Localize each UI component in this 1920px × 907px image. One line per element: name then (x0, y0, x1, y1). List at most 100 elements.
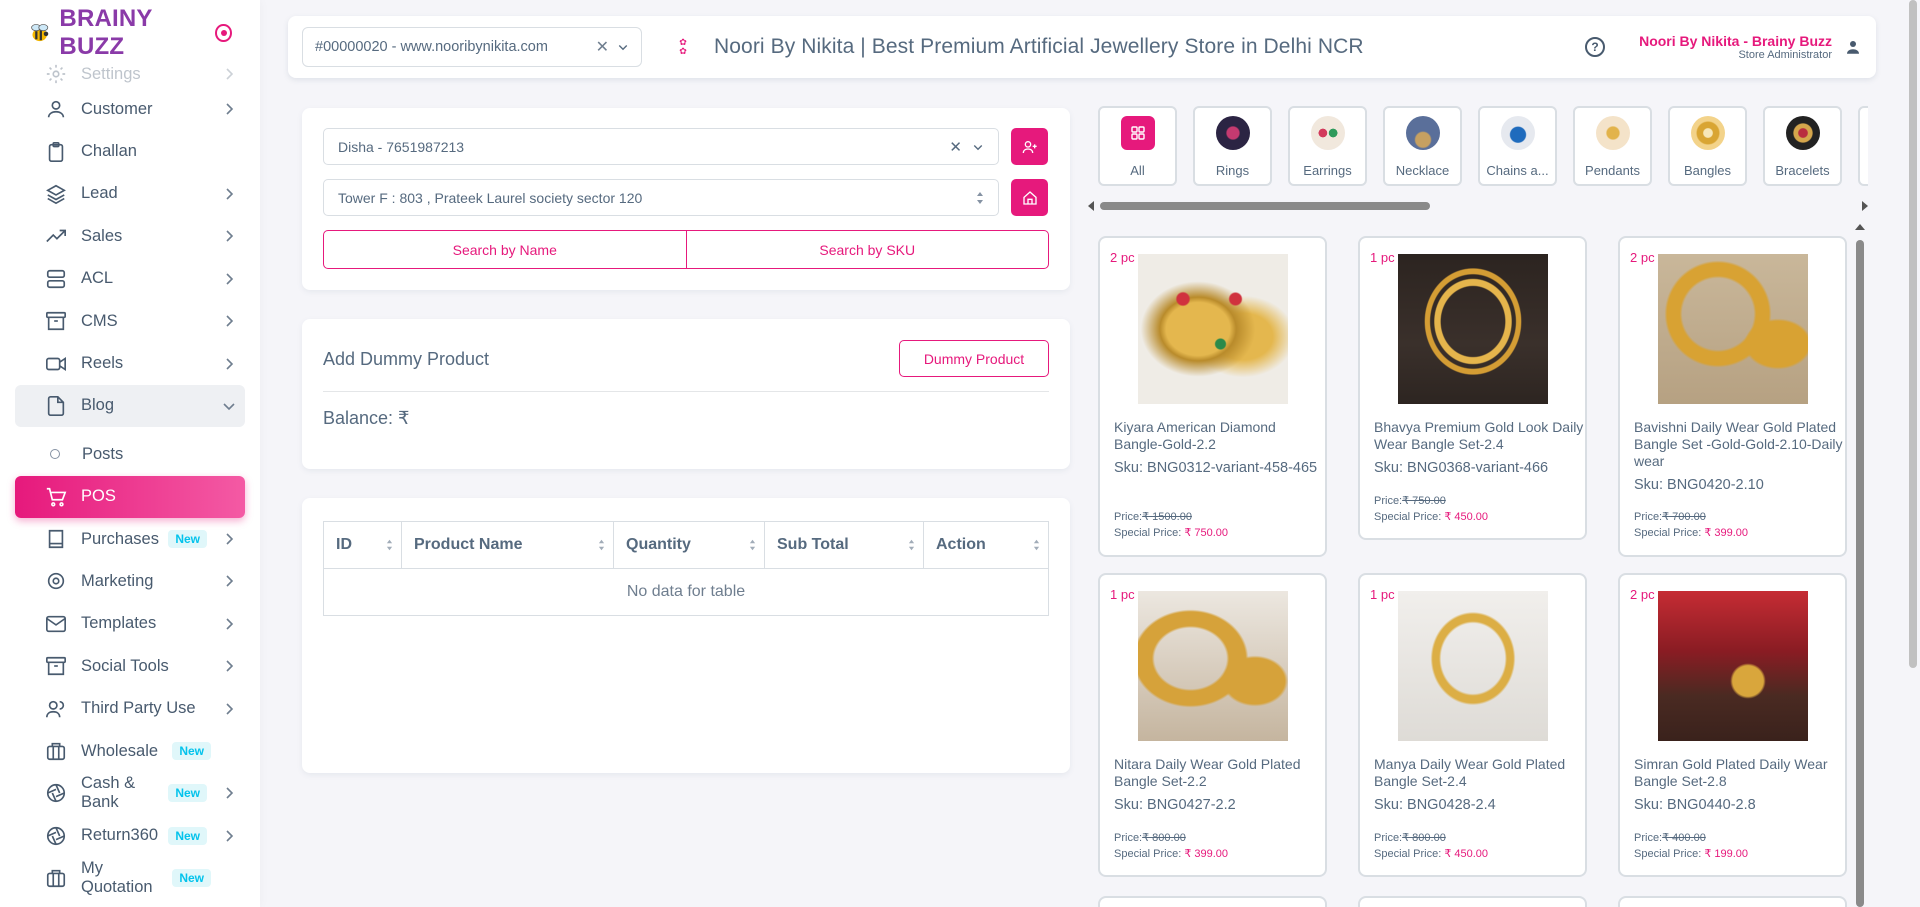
search-by-name-button[interactable]: Search by Name (324, 231, 686, 268)
chevron-right-icon (226, 315, 234, 327)
sidebar-item-marketing[interactable]: Marketing (15, 560, 245, 602)
add-address-button[interactable] (1011, 179, 1048, 216)
sidebar-item-reels[interactable]: Reels (15, 342, 245, 384)
sort-icon (1033, 539, 1040, 551)
page-scrollbar[interactable] (1909, 0, 1917, 668)
gear-icon (46, 64, 66, 84)
sidebar-item-return360[interactable]: Return360 New (15, 815, 245, 857)
help-icon[interactable]: ? (1585, 37, 1606, 57)
chevron-right-icon (226, 273, 234, 285)
column-header-sub-total[interactable]: Sub Total (764, 521, 924, 569)
chevron-right-icon (226, 103, 234, 115)
sidebar-item-wholesale[interactable]: Wholesale New (15, 730, 245, 772)
user-icon (47, 101, 65, 118)
user-info[interactable]: Noori By Nikita - Brainy Buzz Store Admi… (1639, 33, 1832, 61)
category-chains[interactable]: Chains a... (1478, 106, 1557, 186)
column-header-quantity[interactable]: Quantity (613, 521, 765, 569)
product-card[interactable]: 1 pc Bhavya Premium Gold Look Daily Wear… (1358, 236, 1587, 540)
product-special-price: Special Price: ₹ 450.00 (1374, 848, 1489, 860)
category-bracelets[interactable]: Bracelets (1763, 106, 1842, 186)
product-card[interactable] (1098, 896, 1327, 907)
category-necklace[interactable]: Necklace (1383, 106, 1462, 186)
product-card[interactable]: 2 pc Simran Gold Plated Daily Wear Bangl… (1618, 573, 1847, 877)
chevron-right-icon (226, 703, 234, 715)
sort-icon (386, 539, 393, 551)
sidebar-item-social-tools[interactable]: Social Tools (15, 645, 245, 687)
chevron-right-icon (226, 830, 234, 842)
category-pendants[interactable]: Pendants (1573, 106, 1652, 186)
dummy-product-card: Add Dummy Product Dummy Product Balance:… (302, 319, 1070, 469)
product-card[interactable] (1618, 896, 1847, 907)
sidebar-item-cms[interactable]: CMS (15, 300, 245, 342)
sidebar-item-challan[interactable]: Challan (15, 130, 245, 172)
scrollbar-thumb[interactable] (1856, 240, 1864, 907)
store-select[interactable]: #00000020 - www.nooribynikita.com ✕ (302, 27, 642, 67)
rings-image (1215, 116, 1250, 150)
chevron-right-icon (226, 660, 234, 672)
category-horizontal-scrollbar[interactable] (1086, 201, 1870, 211)
address-select[interactable]: Tower F : 803 , Prateek Laurel society s… (323, 179, 999, 216)
product-name: Simran Gold Plated Daily Wear Bangle Set… (1634, 756, 1828, 789)
chevron-down-icon[interactable] (617, 41, 629, 53)
pos-app: BRAINY BUZZ Settings Customer Challan Le… (0, 0, 1920, 907)
product-card[interactable] (1358, 896, 1587, 907)
product-card[interactable]: 1 pc Manya Daily Wear Gold Plated Bangle… (1358, 573, 1587, 877)
category-all[interactable]: All (1098, 106, 1177, 186)
sidebar-item-third-party-use[interactable]: Third Party Use (15, 687, 245, 729)
sidebar-item-cash-bank[interactable]: Cash & Bank New (15, 772, 245, 814)
sidebar-item-lead[interactable]: Lead (15, 173, 245, 215)
sidebar-item-purchases[interactable]: Purchases New (15, 518, 245, 560)
product-image (1658, 254, 1808, 404)
clipboard-icon (48, 141, 64, 162)
chevron-down-icon[interactable] (972, 141, 984, 153)
brand[interactable]: BRAINY BUZZ (0, 0, 260, 66)
book-icon (48, 530, 64, 549)
scroll-left-icon[interactable] (1088, 201, 1094, 211)
clear-icon[interactable]: ✕ (949, 138, 962, 156)
category-rings[interactable]: Rings (1193, 106, 1272, 186)
column-header-id[interactable]: ID (323, 521, 402, 569)
column-header-product-name[interactable]: Product Name (401, 521, 614, 569)
customer-select[interactable]: Disha - 7651987213 ✕ (323, 128, 999, 165)
chevron-right-icon (226, 618, 234, 630)
product-price: Price:₹ 1500.00 (1114, 511, 1192, 523)
sidebar-item-blog[interactable]: Blog (15, 384, 245, 428)
product-vertical-scrollbar[interactable] (1853, 224, 1867, 907)
sidebar-toggle-icon[interactable] (215, 24, 232, 42)
sidebar-item-customer[interactable]: Customer (15, 88, 245, 130)
category-earrings[interactable]: Earrings (1288, 106, 1367, 186)
brand-name: BRAINY BUZZ (59, 5, 153, 60)
balance-text: Balance: ₹ (323, 408, 410, 428)
user-avatar-icon[interactable] (1844, 38, 1862, 56)
scrollbar-thumb[interactable] (1100, 202, 1430, 210)
search-by-sku-button[interactable]: Search by SKU (685, 231, 1049, 268)
chevron-right-icon (226, 787, 234, 800)
dummy-product-button[interactable]: Dummy Product (899, 340, 1049, 377)
divider (323, 391, 1049, 392)
sidebar-item-pos[interactable]: POS (15, 475, 245, 518)
product-card[interactable]: 2 pc Bavishni Daily Wear Gold Plated Ban… (1618, 236, 1847, 557)
sidebar-item-settings[interactable]: Settings (15, 60, 245, 88)
product-card[interactable]: 2 pc Kiyara American Diamond Bangle-Gold… (1098, 236, 1327, 557)
store-title: Noori By Nikita | Best Premium Artificia… (714, 35, 1364, 58)
category-more[interactable]: M (1858, 106, 1868, 186)
scroll-right-icon[interactable] (1862, 201, 1868, 211)
add-customer-button[interactable] (1011, 128, 1048, 165)
sidebar-item-posts[interactable]: Posts (15, 433, 245, 475)
product-image (1398, 591, 1548, 741)
product-price: Price:₹ 750.00 (1374, 495, 1446, 507)
sidebar-item-acl[interactable]: ACL (15, 258, 245, 300)
clear-icon[interactable]: ✕ (596, 37, 609, 57)
user-name: Noori By Nikita - Brainy Buzz (1639, 33, 1832, 49)
sidebar-item-my-quotation[interactable]: My Quotation New (15, 857, 245, 899)
product-card[interactable]: 1 pc Nitara Daily Wear Gold Plated Bangl… (1098, 573, 1327, 877)
sidebar-item-sales[interactable]: Sales (15, 215, 245, 257)
scroll-up-icon[interactable] (1855, 224, 1865, 230)
store-logo-icon: ✿ ✿ (679, 37, 687, 56)
sidebar-item-templates[interactable]: Templates (15, 603, 245, 645)
circle-icon (50, 449, 60, 460)
file-icon (47, 395, 65, 416)
column-header-action[interactable]: Action (923, 521, 1049, 569)
category-bangles[interactable]: Bangles (1668, 106, 1747, 186)
product-name: Nitara Daily Wear Gold Plated Bangle Set… (1114, 756, 1301, 789)
